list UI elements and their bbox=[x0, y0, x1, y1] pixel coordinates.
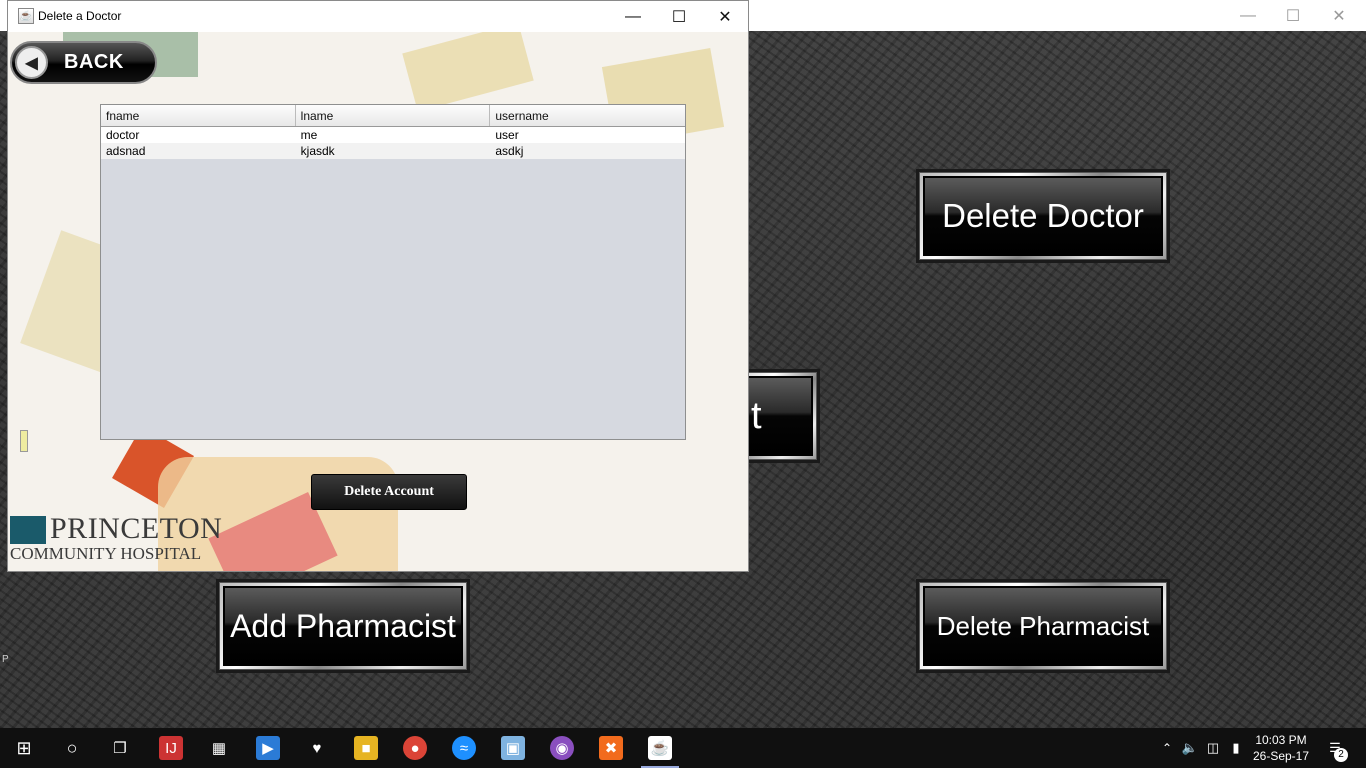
table-header: fname lname username bbox=[101, 105, 685, 127]
column-header-username[interactable]: username bbox=[490, 105, 685, 126]
doctors-table[interactable]: fname lname username doctor me user adsn… bbox=[100, 104, 686, 440]
app-icon[interactable]: ◉ bbox=[550, 736, 574, 760]
logo-name: PRINCETON bbox=[50, 512, 223, 545]
delete-doctor-label: Delete Doctor bbox=[923, 176, 1163, 256]
iheartradio-icon[interactable]: ♥ bbox=[305, 736, 329, 760]
volume-icon[interactable]: 🔈 bbox=[1178, 736, 1202, 760]
cell-lname: me bbox=[300, 128, 318, 142]
delete-account-button[interactable]: Delete Account bbox=[311, 474, 467, 510]
back-label: BACK bbox=[64, 51, 124, 73]
windows-start-icon[interactable]: ⊞ bbox=[12, 736, 36, 760]
table-row[interactable]: adsnad kjasdk asdkj bbox=[101, 143, 685, 159]
decorative-shape bbox=[402, 32, 534, 112]
network-app-icon[interactable]: ≈ bbox=[452, 736, 476, 760]
java-app-icon[interactable]: ☕ bbox=[648, 736, 672, 760]
close-icon[interactable]: ✕ bbox=[1316, 0, 1362, 31]
delete-doctor-dialog: ☕ Delete a Doctor — ☐ ✕ ◀ BACK fname lna… bbox=[7, 0, 749, 572]
delete-pharmacist-button[interactable]: Delete Pharmacist bbox=[919, 582, 1167, 670]
edge-letter: P bbox=[2, 654, 9, 665]
column-header-fname[interactable]: fname bbox=[101, 105, 296, 126]
dialog-body: ◀ BACK fname lname username doctor me us… bbox=[8, 32, 748, 571]
maximize-icon[interactable]: ☐ bbox=[1270, 0, 1316, 31]
table-rows: doctor me user adsnad kjasdk asdkj bbox=[101, 127, 685, 159]
cortana-search-icon[interactable]: ○ bbox=[60, 736, 84, 760]
back-arrow-icon: ◀ bbox=[15, 46, 48, 79]
intellij-idea-icon[interactable]: IJ bbox=[159, 736, 183, 760]
logo-mark-icon bbox=[10, 516, 46, 544]
store-icon[interactable]: ▦ bbox=[207, 736, 231, 760]
cell-fname: adsnad bbox=[106, 144, 146, 158]
table-row[interactable]: doctor me user bbox=[101, 127, 685, 143]
notification-count-badge: 2 bbox=[1334, 748, 1348, 762]
task-view-icon[interactable]: ❐ bbox=[108, 736, 132, 760]
dialog-title-bar: ☕ Delete a Doctor — ☐ ✕ bbox=[8, 1, 748, 32]
cell-fname: doctor bbox=[106, 128, 140, 142]
java-app-icon: ☕ bbox=[18, 8, 34, 24]
decorative-shape bbox=[20, 430, 28, 452]
cell-username: asdkj bbox=[495, 144, 524, 158]
network-icon[interactable]: ◫ bbox=[1201, 736, 1225, 760]
xampp-icon[interactable]: ✖ bbox=[599, 736, 623, 760]
clock-date: 26-Sep-17 bbox=[1252, 749, 1310, 763]
logo-subtitle: COMMUNITY HOSPITAL bbox=[10, 544, 202, 563]
close-icon[interactable]: ✕ bbox=[702, 1, 748, 32]
minimize-icon[interactable]: — bbox=[1225, 0, 1271, 31]
column-header-lname[interactable]: lname bbox=[296, 105, 491, 126]
video-editor-icon[interactable]: ▶ bbox=[256, 736, 280, 760]
maximize-icon[interactable]: ☐ bbox=[656, 1, 702, 32]
back-button[interactable]: ◀ BACK bbox=[10, 41, 157, 84]
battery-icon[interactable]: ▮ bbox=[1224, 736, 1248, 760]
minimize-icon[interactable]: — bbox=[610, 1, 656, 32]
delete-pharmacist-label: Delete Pharmacist bbox=[923, 586, 1163, 666]
clock-time: 10:03 PM bbox=[1255, 733, 1307, 747]
cell-username: user bbox=[495, 128, 519, 142]
chrome-icon[interactable]: ● bbox=[403, 736, 427, 760]
taskbar: ⊞ ○ ❐ IJ ▦ ▶ ♥ ■ ● ≈ ▣ ◉ ✖ ☕ ⌃ 🔈 ◫ ▮ 10:… bbox=[0, 728, 1366, 768]
add-pharmacist-button[interactable]: Add Pharmacist bbox=[219, 582, 467, 670]
cell-lname: kjasdk bbox=[300, 144, 335, 158]
file-explorer-icon[interactable]: ■ bbox=[354, 736, 378, 760]
delete-doctor-button[interactable]: Delete Doctor bbox=[919, 172, 1167, 260]
virtualbox-icon[interactable]: ▣ bbox=[501, 736, 525, 760]
chevron-up-icon[interactable]: ⌃ bbox=[1155, 736, 1179, 760]
dialog-title: Delete a Doctor bbox=[38, 9, 122, 23]
add-pharmacist-label: Add Pharmacist bbox=[223, 586, 463, 666]
system-clock[interactable]: 10:03 PM 26-Sep-17 bbox=[1246, 732, 1316, 764]
